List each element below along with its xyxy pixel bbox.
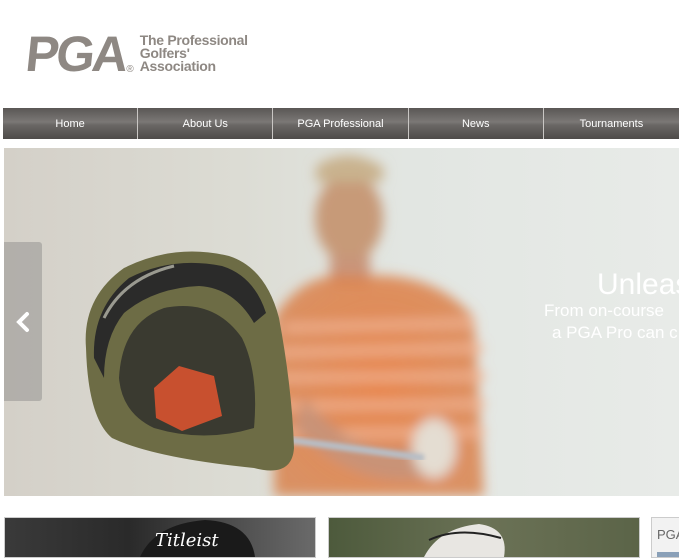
hero-banner[interactable]: Unleas From on-course a PGA Pro can c xyxy=(4,148,679,496)
nav-about-us[interactable]: About Us xyxy=(138,108,274,139)
feature-tile-2-image xyxy=(424,524,505,557)
feature-tile-3-bar xyxy=(657,552,679,557)
hero-subtitle-line-1: From on-course xyxy=(544,301,664,320)
hero-image xyxy=(85,155,485,496)
nav-tournaments[interactable]: Tournaments xyxy=(544,108,679,139)
svg-text:Titleist: Titleist xyxy=(155,530,219,551)
nav-pga-professional[interactable]: PGA Professional xyxy=(273,108,409,139)
feature-tile-1-image: Titleist xyxy=(140,520,255,557)
site-header: PGA ® The Professional Golfers' Associat… xyxy=(0,0,679,108)
nav-news[interactable]: News xyxy=(409,108,544,139)
pga-logo[interactable]: PGA ® The Professional Golfers' Associat… xyxy=(23,26,248,82)
feature-tile-1[interactable]: Titleist xyxy=(4,517,316,558)
nav-home[interactable]: Home xyxy=(3,108,139,139)
previous-slide-button[interactable] xyxy=(4,242,42,401)
logo-line-3: Association xyxy=(139,58,216,74)
main-nav: Home About Us PGA Professional News Tour… xyxy=(3,108,679,139)
logo-text: The Professional Golfers' Association xyxy=(139,33,248,74)
hero-title: Unleas xyxy=(597,268,679,301)
chevron-left-icon xyxy=(16,311,29,332)
feature-tile-3-label: PGA xyxy=(657,527,679,542)
hero-subtitle-line-2: a PGA Pro can c xyxy=(552,323,678,342)
feature-tile-2[interactable] xyxy=(328,517,640,558)
logo-mark: PGA xyxy=(23,26,129,82)
feature-tile-3[interactable]: PGA xyxy=(651,517,679,558)
registered-mark: ® xyxy=(126,64,134,75)
